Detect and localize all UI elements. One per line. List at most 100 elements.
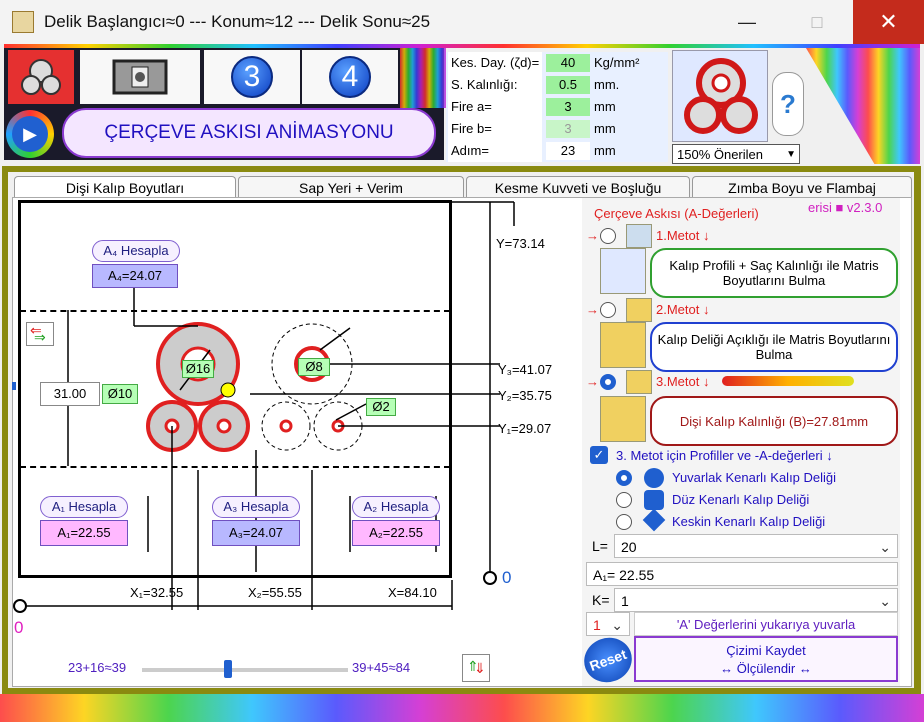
- method2-icon: [626, 298, 652, 322]
- method3-button[interactable]: Dişi Kalıp Kalınlığı (B)=27.81mm: [650, 396, 898, 446]
- a4-calc-button[interactable]: A₄ Hesapla: [92, 240, 180, 262]
- param-unit-step: mm: [594, 143, 616, 158]
- option-round-radio[interactable]: [616, 470, 632, 486]
- a2-calc-button[interactable]: A₂ Hesapla: [352, 496, 440, 518]
- method3-gradient-bar: [722, 376, 854, 386]
- play-button[interactable]: ▶: [6, 110, 54, 158]
- param-label-fire-a: Fire a=: [448, 96, 542, 118]
- y1-value: Y₁=29.07: [498, 421, 552, 436]
- y2-value: Y₂=35.75: [498, 388, 552, 403]
- a3-value: A₃=24.07: [212, 520, 300, 546]
- arrow-right-icon-2: →: [586, 302, 599, 317]
- preview-tile: [672, 50, 768, 142]
- maximize-button[interactable]: □: [794, 0, 840, 44]
- swap-button[interactable]: ⇐ ⇒: [26, 322, 54, 346]
- param-input-thickness[interactable]: 0.5: [546, 76, 590, 94]
- chevron-down-icon-3: ⌄: [611, 617, 623, 633]
- number-4-icon: 4: [329, 56, 371, 98]
- panel-header: Çerçeve Askısı (A-Değerleri): [594, 206, 759, 221]
- method2-die-icon: [600, 322, 646, 368]
- param-label-thickness: S. Kalınlığı: (T)=: [448, 74, 542, 114]
- save-drawing-button[interactable]: Çizimi Kaydet ↔ Ölçülendir ↔: [634, 636, 898, 682]
- height-input[interactable]: 31.00: [40, 382, 100, 406]
- k-select-value: 1: [621, 593, 629, 609]
- x-value: X=84.10: [388, 585, 437, 600]
- option-round-label: Yuvarlak Kenarlı Kalıp Deliği: [672, 470, 837, 485]
- option-flat-radio[interactable]: [616, 492, 632, 508]
- method2-label: 2.Metot ↓: [656, 302, 710, 317]
- animation-button[interactable]: ÇERÇEVE ASKISI ANİMASYONU: [62, 108, 436, 158]
- a1-display: A₁= 22.55: [586, 562, 898, 586]
- tab-punch-length[interactable]: Zımba Boyu ve Flambaj: [692, 176, 912, 199]
- method1-icon: [626, 224, 652, 248]
- a3-calc-button[interactable]: A₃ Hesapla: [212, 496, 300, 518]
- slider-right-label: 39+45≈84: [352, 660, 411, 675]
- close-button[interactable]: ✕: [853, 0, 924, 44]
- a4-value: A₄=24.07: [92, 264, 178, 288]
- param-input-cutting[interactable]: 40: [546, 54, 590, 72]
- play-icon: ▶: [12, 116, 48, 152]
- param-label-cutting: Kes. Day. (ζd)=: [448, 52, 542, 74]
- rainbow-strip-bottom: [0, 694, 924, 722]
- slider-track[interactable]: [142, 668, 348, 672]
- arrow-right-icon: ⇒: [34, 329, 46, 345]
- origin-label-right: 0: [502, 568, 512, 587]
- y-value: Y=73.14: [496, 236, 545, 251]
- round-edge-icon: [644, 468, 664, 488]
- param-input-fire-b[interactable]: 3: [546, 120, 590, 138]
- flat-edge-icon: [644, 490, 664, 510]
- a1-calc-button[interactable]: A₁ Hesapla: [40, 496, 128, 518]
- flip-button[interactable]: ⇑ ⇓: [462, 654, 490, 682]
- a1-value: A₁=22.55: [40, 520, 128, 546]
- arrow-right-icon: →: [586, 228, 599, 243]
- arrow-down-icon: ⇓: [474, 660, 486, 676]
- method3-radio[interactable]: [600, 374, 616, 390]
- zoom-select[interactable]: 150% Önerilen ▼: [672, 144, 800, 164]
- method3-icon: [626, 370, 652, 394]
- method1-label: 1.Metot ↓: [656, 228, 710, 243]
- option-sharp-radio[interactable]: [616, 514, 632, 530]
- method2-radio[interactable]: [600, 302, 616, 318]
- param-label-fire-b: Fire b=: [448, 118, 542, 140]
- tool-tile-2[interactable]: [80, 50, 200, 104]
- param-input-step[interactable]: 23: [546, 142, 590, 160]
- slider-thumb[interactable]: [224, 660, 232, 678]
- l-select-value: 20: [621, 539, 637, 555]
- method1-radio[interactable]: [600, 228, 616, 244]
- help-button[interactable]: ?: [772, 72, 804, 136]
- method3-die-icon: [600, 396, 646, 442]
- d10-label: Ø10: [102, 384, 138, 404]
- parameter-table: Kes. Day. (ζd)=40 Kg/mm² S. Kalınlığı: (T…: [446, 52, 668, 162]
- param-unit-fire-a: mm: [594, 99, 616, 114]
- d16-label: Ø16: [182, 360, 214, 378]
- hanger-preview-icon: [684, 58, 758, 134]
- profiles-checkbox[interactable]: ✓: [590, 446, 608, 464]
- rainbow-patch-right: [806, 48, 920, 164]
- d8-label: Ø8: [298, 358, 330, 376]
- method2-button[interactable]: Kalıp Deliği Açıklığı ile Matris Boyutla…: [650, 322, 898, 372]
- tool-tile-1[interactable]: [8, 50, 74, 104]
- l-label: L=: [592, 538, 608, 554]
- zoom-select-value: 150% Önerilen: [677, 147, 763, 162]
- round-select[interactable]: 1 ⌄: [586, 612, 630, 636]
- slider-left-label: 23+16≈39: [68, 660, 127, 675]
- round-up-label: 'A' Değerlerini yukarıya yuvarla: [634, 612, 898, 636]
- option-sharp-label: Keskin Kenarlı Kalıp Deliği: [672, 514, 826, 529]
- tool-tile-3[interactable]: 3: [204, 50, 300, 104]
- version-label: erisi ■ v2.3.0: [808, 200, 883, 215]
- param-unit-fire-b: mm: [594, 121, 616, 136]
- hanger-icon: [21, 59, 61, 95]
- l-select[interactable]: 20 ⌄: [614, 534, 898, 558]
- k-select[interactable]: 1 ⌄: [614, 588, 898, 612]
- rainbow-patch-left: [400, 48, 446, 108]
- tool-tile-4[interactable]: 4: [302, 50, 398, 104]
- param-input-fire-a[interactable]: 3: [546, 98, 590, 116]
- d2-label: Ø2: [366, 398, 396, 416]
- chevron-down-icon: ⌄: [879, 539, 891, 555]
- x1-value: X₁=32.55: [130, 585, 184, 600]
- y3-value: Y₃=41.07: [498, 362, 553, 377]
- method3-label: 3.Metot ↓: [656, 374, 710, 389]
- method1-button[interactable]: Kalıp Profili + Saç Kalınlığı ile Matris…: [650, 248, 898, 298]
- dropdown-arrow-icon: ▼: [786, 149, 796, 160]
- minimize-button[interactable]: —: [724, 0, 770, 44]
